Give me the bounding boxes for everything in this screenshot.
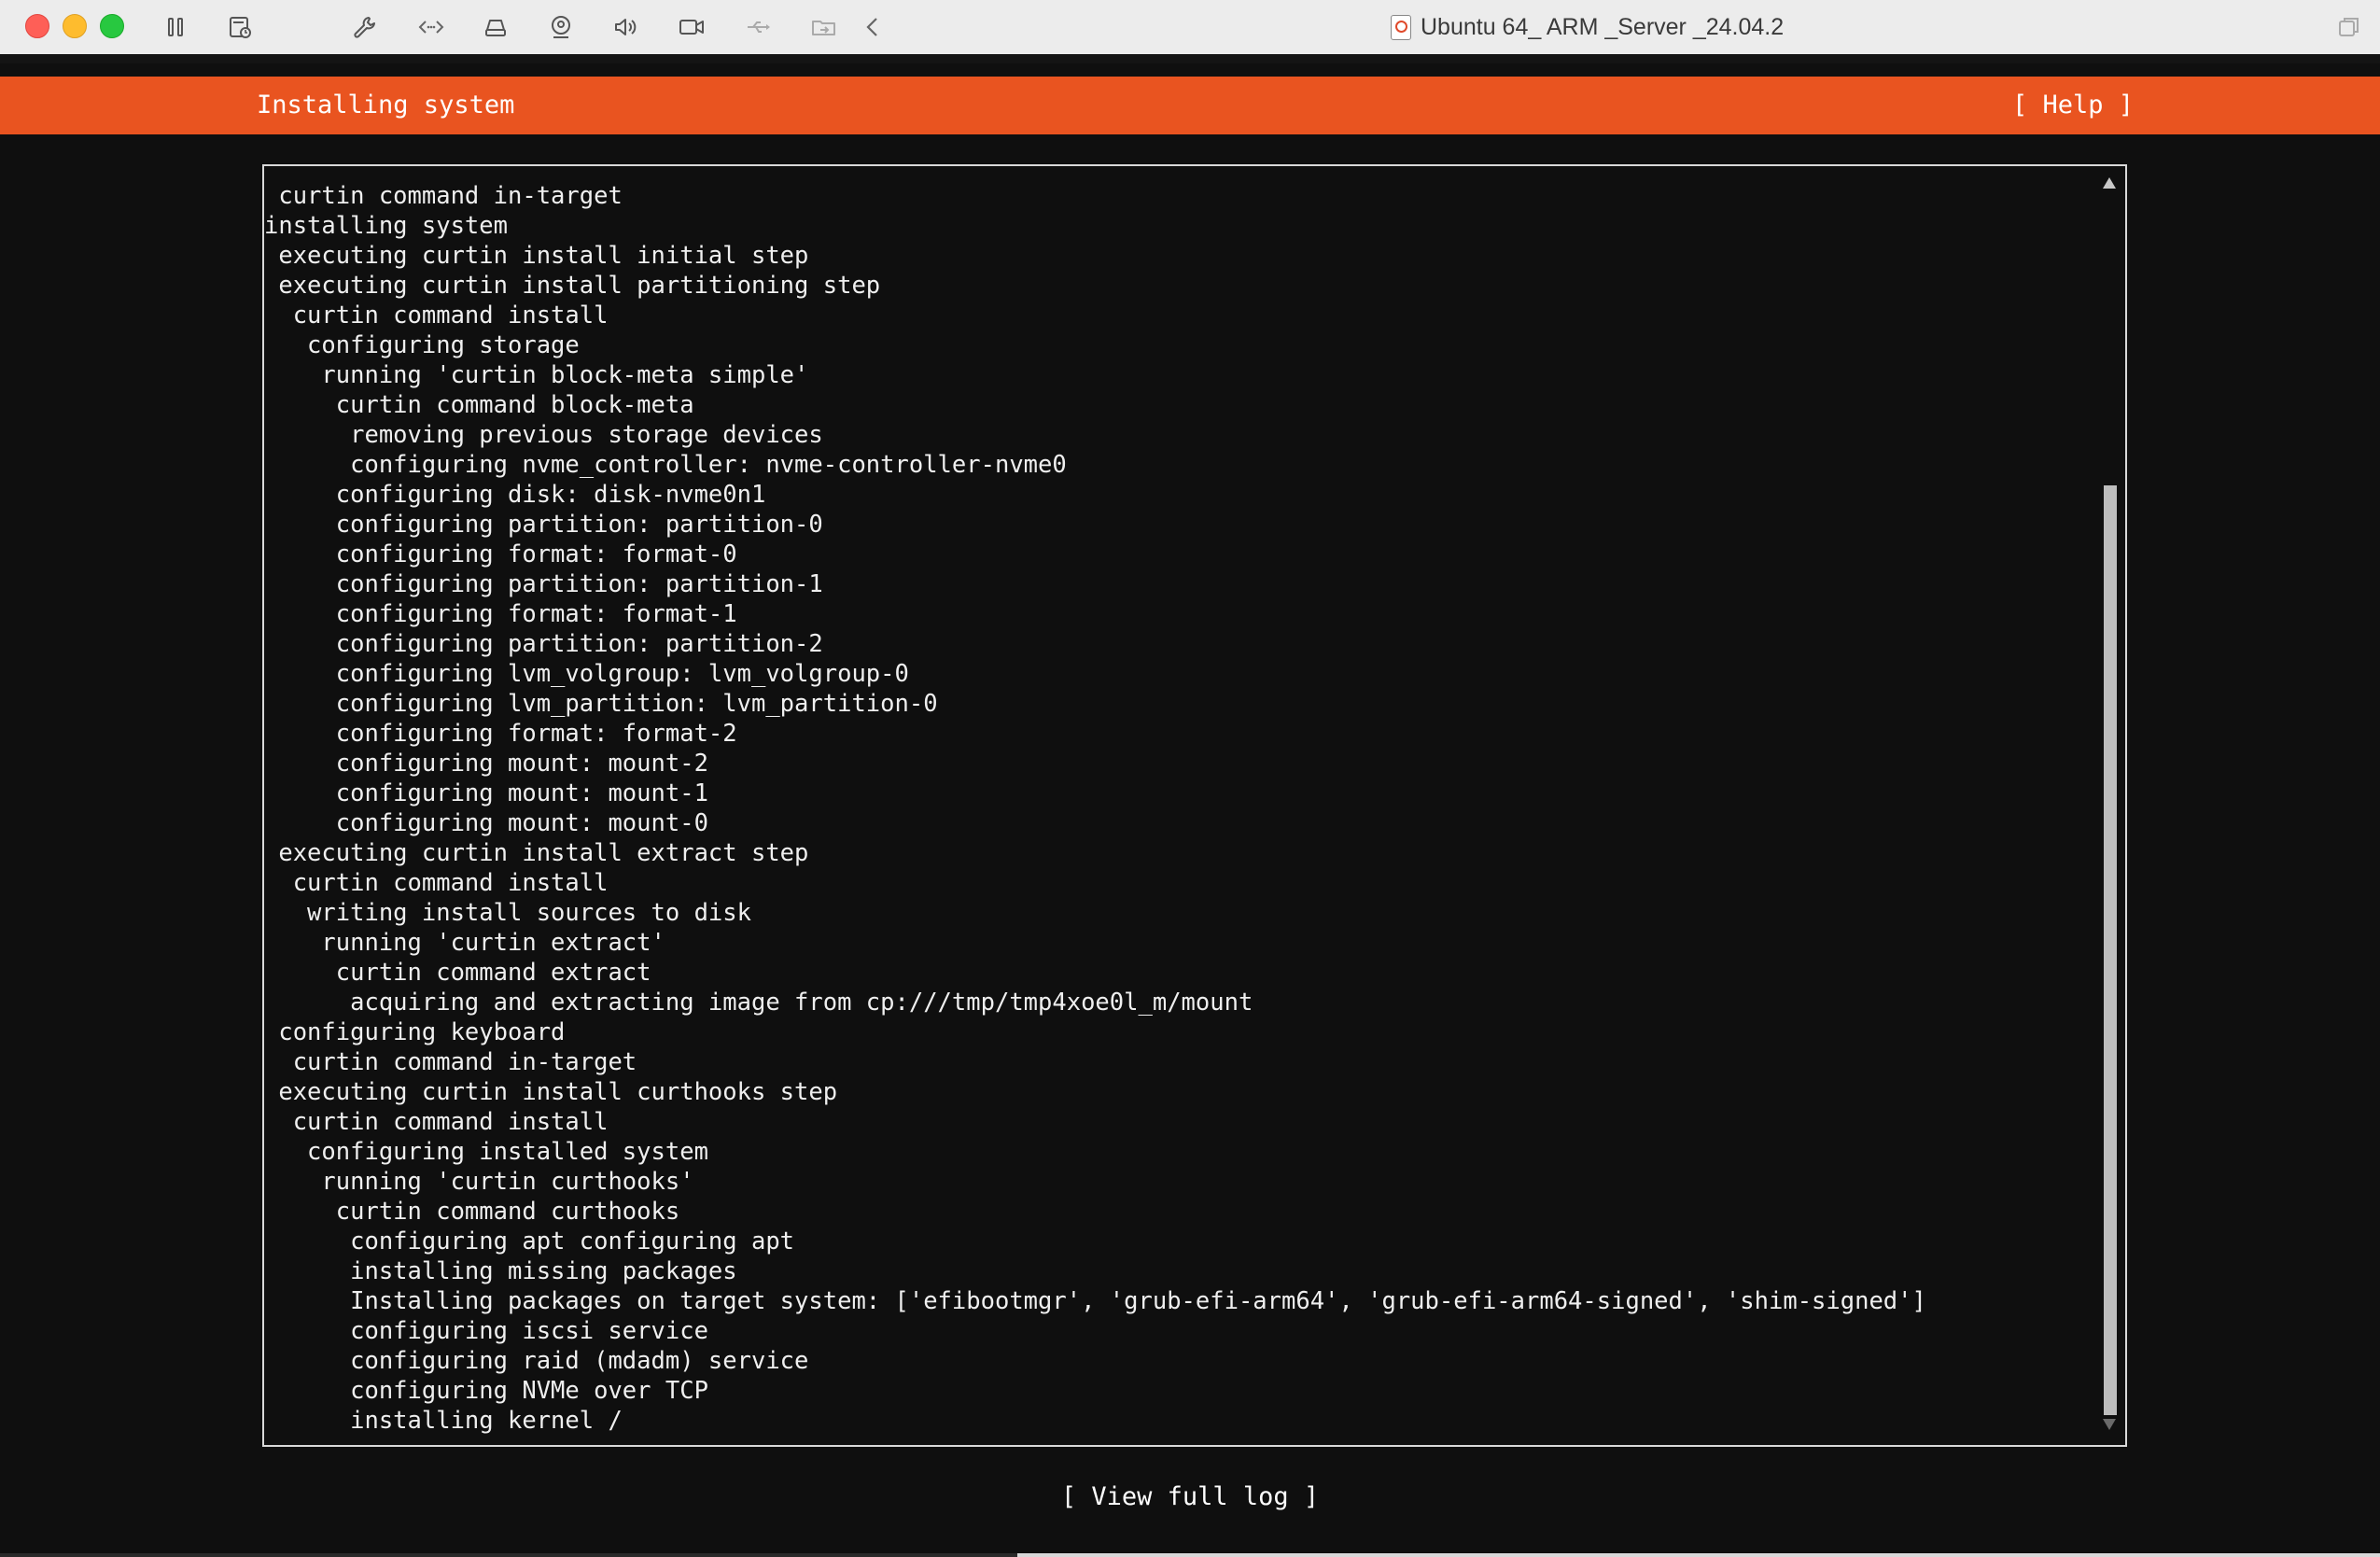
log-line: configuring lvm_volgroup: lvm_volgroup-0 (264, 660, 909, 688)
window-title: Ubuntu 64_ ARM _Server _24.04.2 (1391, 0, 1784, 54)
install-log-panel[interactable]: curtin command in-target installing syste… (262, 164, 2127, 1447)
help-button[interactable]: [ Help ] (2012, 77, 2134, 134)
log-line: configuring nvme_controller: nvme-contro… (264, 451, 1067, 479)
log-line: curtin command block-meta (264, 391, 694, 419)
console-bottom-highlight (1017, 1553, 2380, 1557)
log-line: configuring raid (mdadm) service (264, 1347, 809, 1375)
log-line: running 'curtin block-meta simple' (264, 361, 809, 389)
log-line: writing install sources to disk (264, 899, 751, 927)
install-log-lines: curtin command in-target installing syste… (264, 181, 2097, 1436)
log-line: configuring format: format-1 (264, 600, 737, 628)
settings-wrench-icon[interactable] (349, 11, 381, 43)
back-chevron-icon[interactable] (857, 11, 889, 43)
view-full-log-button[interactable]: [ View full log ] (0, 1482, 2380, 1511)
log-line: running 'curtin extract' (264, 929, 665, 957)
log-line: configuring partition: partition-1 (264, 570, 823, 598)
camera-icon[interactable] (545, 11, 577, 43)
log-line: curtin command install (264, 1108, 609, 1136)
vm-window: Ubuntu 64_ ARM _Server _24.04.2 Installi… (0, 0, 2380, 1557)
log-line: configuring mount: mount-0 (264, 809, 708, 837)
log-line: configuring apt configuring apt (264, 1227, 795, 1255)
log-line: executing curtin install extract step (264, 839, 809, 867)
scroll-up-arrow-icon[interactable] (2103, 177, 2116, 189)
log-line: configuring installed system (264, 1138, 708, 1166)
log-line: curtin command curthooks (264, 1198, 680, 1226)
log-line: configuring format: format-2 (264, 720, 737, 748)
log-line: configuring partition: partition-0 (264, 511, 823, 539)
log-line: curtin command in-target (264, 182, 623, 210)
shared-folder-icon[interactable] (808, 11, 840, 43)
scroll-down-arrow-icon[interactable] (2103, 1419, 2116, 1430)
minimize-window-button[interactable] (63, 14, 87, 38)
maximize-window-button[interactable] (100, 14, 124, 38)
log-line: configuring keyboard (264, 1018, 566, 1046)
snapshot-icon[interactable] (224, 11, 256, 43)
installer-header: Installing system [ Help ] (0, 77, 2380, 134)
log-line: configuring storage (264, 331, 580, 359)
installer-title: Installing system (257, 91, 515, 119)
log-line: configuring format: format-0 (264, 540, 737, 568)
log-line: configuring mount: mount-1 (264, 779, 708, 807)
usb-icon[interactable] (742, 11, 774, 43)
log-line: configuring disk: disk-nvme0n1 (264, 481, 766, 509)
window-titlebar: Ubuntu 64_ ARM _Server _24.04.2 (0, 0, 2380, 55)
code-icon[interactable] (415, 11, 447, 43)
log-line: configuring lvm_partition: lvm_partition… (264, 690, 938, 718)
log-line: curtin command in-target (264, 1048, 637, 1076)
pause-icon[interactable] (160, 11, 191, 43)
log-line: curtin command install (264, 302, 609, 330)
log-line: removing previous storage devices (264, 421, 823, 449)
log-line: installing system (264, 212, 508, 240)
log-line: configuring NVMe over TCP (264, 1377, 708, 1405)
log-line: executing curtin install partitioning st… (264, 272, 881, 300)
log-line: configuring mount: mount-2 (264, 750, 708, 778)
video-icon[interactable] (676, 11, 707, 43)
log-line: installing kernel / (264, 1407, 623, 1435)
close-window-button[interactable] (25, 14, 49, 38)
vm-console[interactable]: Installing system [ Help ] curtin comman… (0, 54, 2380, 1557)
log-line: running 'curtin curthooks' (264, 1168, 694, 1196)
log-line: executing curtin install initial step (264, 242, 809, 270)
window-title-text: Ubuntu 64_ ARM _Server _24.04.2 (1421, 13, 1785, 40)
restore-window-icon[interactable] (2335, 13, 2363, 41)
scrollbar-thumb[interactable] (2104, 485, 2117, 1415)
log-line: curtin command extract (264, 959, 651, 987)
log-line: Installing packages on target system: ['… (264, 1287, 1926, 1315)
log-line: acquiring and extracting image from cp:/… (264, 989, 1253, 1017)
hard-disk-icon[interactable] (480, 11, 511, 43)
console-bottom-edge (0, 1553, 1017, 1557)
log-line: configuring partition: partition-2 (264, 630, 823, 658)
console-top-strip (0, 54, 2380, 63)
log-line: curtin command install (264, 869, 609, 897)
sound-icon[interactable] (609, 11, 641, 43)
document-icon (1391, 14, 1411, 40)
log-line: installing missing packages (264, 1257, 737, 1285)
log-line: executing curtin install curthooks step (264, 1078, 838, 1106)
log-line: configuring iscsi service (264, 1317, 708, 1345)
